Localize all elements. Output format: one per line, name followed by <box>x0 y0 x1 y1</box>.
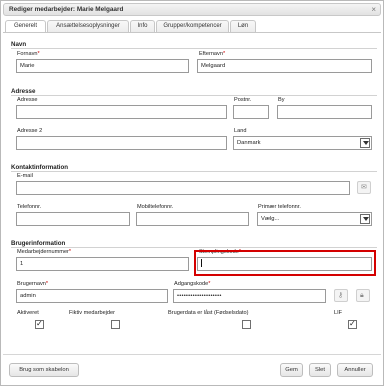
fornavn-label: Fornavn* <box>17 51 40 57</box>
adgangskode-input[interactable]: •••••••••••••••••••• <box>173 289 326 303</box>
section-divider <box>11 95 377 96</box>
section-divider <box>11 48 377 49</box>
primaer-select[interactable]: Vælg... <box>257 212 372 226</box>
tab-grupper-kompetencer[interactable]: Grupper/kompetencer <box>156 20 229 32</box>
fornavn-input[interactable]: Marie <box>16 59 189 73</box>
fiktiv-checkbox[interactable] <box>111 320 120 329</box>
by-input[interactable] <box>277 105 372 119</box>
tab-divider <box>3 32 381 33</box>
mobil-label: Mobiltelefonnr. <box>137 204 174 210</box>
gem-button[interactable]: Gem <box>280 363 303 377</box>
efternavn-input[interactable]: Melgaard <box>197 59 372 73</box>
lif-checkbox[interactable] <box>348 319 357 329</box>
section-navn-heading: Navn <box>11 41 27 48</box>
aktiveret-checkbox[interactable] <box>35 319 44 329</box>
adresse-input[interactable] <box>16 105 227 119</box>
adresse-label: Adresse <box>17 97 38 103</box>
tab-loen[interactable]: Løn <box>230 20 256 32</box>
lif-label: LIF <box>334 310 343 316</box>
title-bar: Rediger medarbejder: Marie Melgaard × <box>3 3 381 16</box>
brugerdata-laast-checkbox[interactable] <box>242 320 251 329</box>
tab-ansaettelsesoplysninger[interactable]: Ansættelsesoplysninger <box>47 20 129 32</box>
email-label: E-mail <box>17 173 33 179</box>
key-icon[interactable]: ⚷ <box>334 289 348 302</box>
annuller-button[interactable]: Annuller <box>337 363 373 377</box>
slet-button[interactable]: Slet <box>309 363 331 377</box>
employee-edit-dialog: Rediger medarbejder: Marie Melgaard × Ge… <box>0 0 384 386</box>
mail-icon[interactable]: ✉ <box>357 181 371 194</box>
chevron-down-icon[interactable] <box>360 138 370 148</box>
aktiveret-label: Aktiveret <box>17 310 39 316</box>
adresse2-input[interactable] <box>16 136 227 150</box>
brugernavn-label: Brugernavn* <box>17 281 49 287</box>
primaer-label: Primær telefonnr. <box>258 204 301 210</box>
primaer-select-value: Vælg... <box>261 216 280 222</box>
section-kontakt-heading: Kontaktinformation <box>11 164 69 171</box>
section-divider <box>11 171 377 172</box>
medarbejdernr-input[interactable]: 1 <box>16 257 189 271</box>
section-adresse-heading: Adresse <box>11 88 36 95</box>
highlight-box <box>194 250 376 276</box>
adresse2-label: Adresse 2 <box>17 128 43 134</box>
telefon-input[interactable] <box>16 212 130 226</box>
close-icon[interactable]: × <box>371 5 376 14</box>
land-select[interactable]: Danmark <box>233 136 372 150</box>
section-bruger-heading: Brugerinformation <box>11 240 66 247</box>
brugerdata-laast-label: Brugerdata er låst (Fødselsdato) <box>168 310 249 316</box>
dialog-title: Rediger medarbejder: Marie Melgaard <box>9 6 124 13</box>
fiktiv-label: Fiktiv medarbejder <box>69 310 116 316</box>
footer-divider <box>3 354 381 355</box>
telefon-label: Telefonnr. <box>17 204 42 210</box>
efternavn-label: Efternavn* <box>199 51 226 57</box>
land-label: Land <box>234 128 247 134</box>
by-label: By <box>278 97 285 103</box>
lock-icon[interactable]: 🔒︎ <box>356 289 370 302</box>
medarbejdernr-label: Medarbejdernummer* <box>17 249 72 255</box>
email-input[interactable] <box>16 181 350 195</box>
brugernavn-input[interactable]: admin <box>16 289 168 303</box>
tab-info[interactable]: Info <box>130 20 155 32</box>
land-select-value: Danmark <box>237 140 261 146</box>
adgangskode-label: Adgangskode* <box>174 281 211 287</box>
section-divider <box>11 247 377 248</box>
mobil-input[interactable] <box>136 212 249 226</box>
chevron-down-icon[interactable] <box>360 214 370 224</box>
brug-som-skabelon-button[interactable]: Brug som skabelon <box>9 363 79 377</box>
postnr-label: Postnr. <box>234 97 252 103</box>
postnr-input[interactable] <box>233 105 269 119</box>
